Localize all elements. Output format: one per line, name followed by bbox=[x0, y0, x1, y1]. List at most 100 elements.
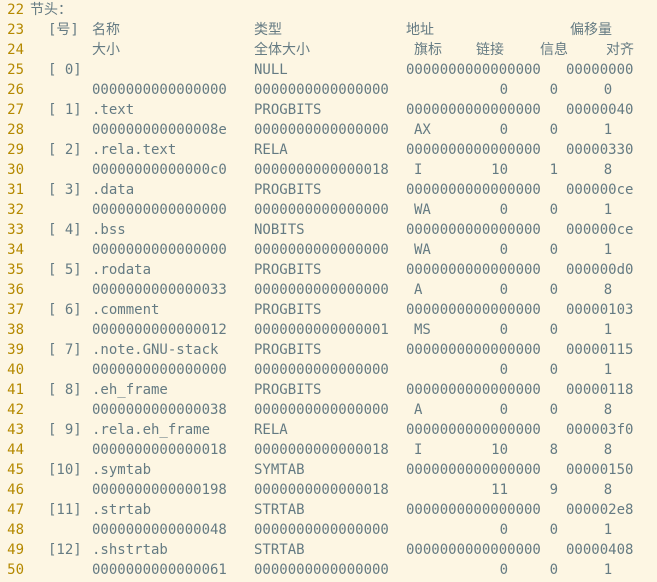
section-offset: 000000d0 bbox=[566, 262, 634, 278]
section-link: 0 bbox=[499, 242, 508, 258]
line-number: 29 bbox=[7, 142, 24, 158]
section-info: 0 bbox=[549, 282, 558, 298]
section-row-line1: 45 [10] .symtab SYMTAB 0000000000000000 00000… bbox=[0, 460, 657, 480]
section-row-line2: 44 0000000000000018 0000000000000018 I 10 8 8 bbox=[0, 440, 657, 460]
line-number: 35 bbox=[7, 262, 24, 278]
section-info: 0 bbox=[549, 562, 558, 578]
section-type: RELA bbox=[254, 422, 288, 438]
section-row-line1: 33 [ 4] .bss NOBITS 0000000000000000 000000ce bbox=[0, 220, 657, 240]
editor-line: 24 大小 全体大小 旗标 链接 信息 对齐 bbox=[0, 40, 657, 60]
section-addr: 0000000000000000 bbox=[406, 102, 541, 118]
section-row-line1: 27 [ 1] .text PROGBITS 0000000000000000 00000… bbox=[0, 100, 657, 120]
section-type: STRTAB bbox=[254, 542, 305, 558]
section-info: 1 bbox=[549, 162, 558, 178]
section-align: 0 bbox=[603, 82, 613, 98]
column-header-type: 类型 bbox=[254, 22, 282, 38]
line-number: 38 bbox=[7, 322, 24, 338]
section-addr: 0000000000000000 bbox=[406, 262, 541, 278]
section-link: 0 bbox=[499, 202, 508, 218]
section-size: 0000000000000000 bbox=[92, 202, 227, 218]
section-offset: 000000ce bbox=[566, 222, 634, 238]
section-entsize: 0000000000000000 bbox=[254, 202, 389, 218]
line-number: 47 bbox=[7, 502, 24, 518]
section-row-line1: 37 [ 6] .comment PROGBITS 0000000000000000 00… bbox=[0, 300, 657, 320]
section-num: [ 7] bbox=[48, 342, 82, 358]
section-flags: A bbox=[414, 402, 423, 418]
section-size: 0000000000000033 bbox=[92, 282, 227, 298]
section-addr: 0000000000000000 bbox=[406, 222, 541, 238]
section-align: 1 bbox=[603, 242, 613, 258]
section-row-line1: 35 [ 5] .rodata PROGBITS 0000000000000000 000… bbox=[0, 260, 657, 280]
section-info: 0 bbox=[549, 122, 558, 138]
column-header-offset: 偏移量 bbox=[570, 22, 612, 38]
section-offset: 000002e8 bbox=[566, 502, 634, 518]
section-type: PROGBITS bbox=[254, 102, 322, 118]
editor[interactable]: 22 节头： 23 [号] 名称 类型 地址 偏移量 24 大小 全体大小 旗标… bbox=[0, 0, 657, 582]
section-flags: MS bbox=[414, 322, 431, 338]
section-name: .text bbox=[92, 102, 135, 118]
section-entsize: 0000000000000018 bbox=[254, 162, 389, 178]
section-info: 0 bbox=[549, 202, 558, 218]
section-row-line2: 28 000000000000008e 0000000000000000 AX 0 0 1 bbox=[0, 120, 657, 140]
section-info: 9 bbox=[549, 482, 558, 498]
line-number: 43 bbox=[7, 422, 24, 438]
section-type: NULL bbox=[254, 62, 288, 78]
section-offset: 000003f0 bbox=[566, 422, 634, 438]
section-num: [11] bbox=[48, 502, 82, 518]
section-name: .rodata bbox=[92, 262, 152, 278]
section-offset: 00000115 bbox=[566, 342, 634, 358]
section-addr: 0000000000000000 bbox=[406, 342, 541, 358]
section-row-line2: 26 0000000000000000 0000000000000000 0 0 0 bbox=[0, 80, 657, 100]
section-type: PROGBITS bbox=[254, 182, 322, 198]
section-name: .strtab bbox=[92, 502, 152, 518]
section-entsize: 0000000000000000 bbox=[254, 562, 389, 578]
section-entsize: 0000000000000000 bbox=[254, 522, 389, 538]
section-name: .comment bbox=[92, 302, 160, 318]
line-number: 22 bbox=[7, 2, 24, 18]
section-entsize: 0000000000000000 bbox=[254, 122, 389, 138]
section-offset: 00000150 bbox=[566, 462, 634, 478]
line-number: 32 bbox=[7, 202, 24, 218]
section-row-line2: 48 0000000000000048 0000000000000000 0 0 1 bbox=[0, 520, 657, 540]
section-link: 0 bbox=[499, 562, 508, 578]
section-entsize: 0000000000000000 bbox=[254, 82, 389, 98]
section-row-line1: 41 [ 8] .eh_frame PROGBITS 0000000000000000 0… bbox=[0, 380, 657, 400]
section-size: 0000000000000000 bbox=[92, 242, 227, 258]
line-number: 45 bbox=[7, 462, 24, 478]
line-number: 40 bbox=[7, 362, 24, 378]
section-align: 1 bbox=[603, 362, 613, 378]
section-row-line1: 25[ 0] NULL 0000000000000000 00000000 bbox=[0, 60, 657, 80]
section-row-line1: 31 [ 3] .data PROGBITS 0000000000000000 00000… bbox=[0, 180, 657, 200]
section-align: 8 bbox=[603, 162, 613, 178]
line-number: 36 bbox=[7, 282, 24, 298]
line-number: 23 bbox=[7, 22, 24, 38]
section-info: 0 bbox=[549, 402, 558, 418]
section-addr: 0000000000000000 bbox=[406, 502, 541, 518]
section-addr: 0000000000000000 bbox=[406, 182, 541, 198]
column-header-addr: 地址 bbox=[406, 22, 434, 38]
section-align: 8 bbox=[603, 282, 613, 298]
section-flags: I bbox=[414, 162, 423, 178]
section-type: NOBITS bbox=[254, 222, 305, 238]
section-offset: 00000118 bbox=[566, 382, 634, 398]
line-number: 26 bbox=[7, 82, 24, 98]
section-num: [ 3] bbox=[48, 182, 82, 198]
line-number: 37 bbox=[7, 302, 24, 318]
section-entsize: 0000000000000018 bbox=[254, 482, 389, 498]
section-num: [ 1] bbox=[48, 102, 82, 118]
section-info: 0 bbox=[549, 362, 558, 378]
section-info: 0 bbox=[549, 82, 558, 98]
section-link: 0 bbox=[499, 282, 508, 298]
section-addr: 0000000000000000 bbox=[406, 142, 541, 158]
section-link: 0 bbox=[499, 322, 508, 338]
section-link: 10 bbox=[491, 162, 508, 178]
line-number: 48 bbox=[7, 522, 24, 538]
section-addr: 0000000000000000 bbox=[406, 462, 541, 478]
section-size: 0000000000000000 bbox=[92, 362, 227, 378]
column-header-name: 名称 bbox=[92, 22, 120, 38]
section-type: SYMTAB bbox=[254, 462, 305, 478]
section-type: PROGBITS bbox=[254, 302, 322, 318]
section-row-line2: 34 0000000000000000 0000000000000000 WA 0 0 1 bbox=[0, 240, 657, 260]
section-name: .shstrtab bbox=[92, 542, 168, 558]
section-name: .symtab bbox=[92, 462, 152, 478]
